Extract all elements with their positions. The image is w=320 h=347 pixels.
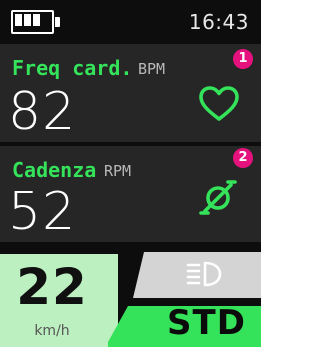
- battery-icon: [11, 10, 60, 34]
- headlight-icon[interactable]: [184, 258, 224, 290]
- speed-box: 22 km/h: [0, 254, 118, 347]
- heart-icon: [197, 84, 241, 124]
- speed-unit: km/h: [34, 323, 70, 339]
- cadence-panel[interactable]: Cadenza RPM 52 2: [0, 146, 261, 242]
- badge-2: 2: [233, 148, 253, 168]
- heart-rate-value: 82: [8, 82, 77, 142]
- heart-rate-unit: BPM: [138, 60, 166, 78]
- heart-rate-panel[interactable]: Freq card. BPM 82 1: [0, 44, 261, 142]
- mode-area[interactable]: STD: [108, 246, 261, 347]
- badge-1: 1: [233, 49, 253, 69]
- cadence-unit: RPM: [104, 162, 132, 180]
- clock: 16:43: [188, 10, 249, 34]
- cadence-label: Cadenza: [12, 158, 97, 182]
- display-screen: 16:43 Freq card. BPM 82 1 Cadenza RPM 52…: [0, 0, 261, 347]
- pedal-crank-icon: [197, 176, 241, 216]
- speed-value: 22: [16, 258, 88, 316]
- heart-rate-label: Freq card.: [12, 56, 133, 80]
- cadence-value: 52: [8, 182, 77, 242]
- status-bar: 16:43: [0, 0, 261, 44]
- assist-mode-label: STD: [167, 303, 246, 343]
